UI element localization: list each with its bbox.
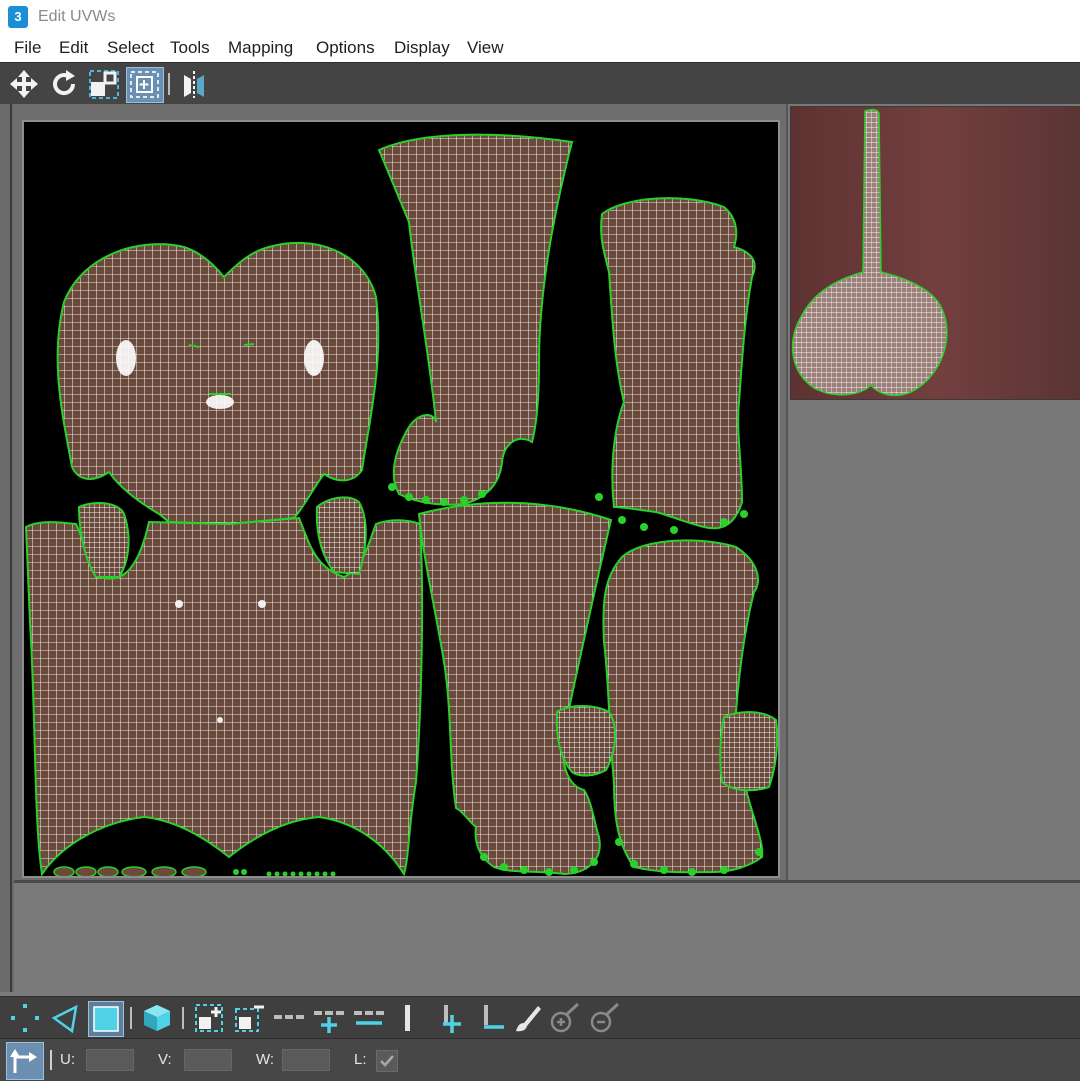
- lower-panel: [14, 880, 1080, 995]
- transform-toolbar: [0, 62, 1080, 105]
- left-edge-line: [10, 104, 12, 992]
- menu-tools[interactable]: Tools: [170, 38, 210, 58]
- bottom-separator-2: [182, 1007, 184, 1029]
- loop-grow-icon[interactable]: [434, 1001, 468, 1035]
- menu-display[interactable]: Display: [394, 38, 450, 58]
- menu-file[interactable]: File: [14, 38, 41, 58]
- freeform-icon[interactable]: [126, 67, 164, 103]
- mirror-icon[interactable]: [176, 67, 212, 101]
- u-label: U:: [60, 1051, 75, 1068]
- uv-shell-leg-upper[interactable]: [377, 133, 574, 506]
- status-bar: U: V: W: L:: [0, 1038, 1080, 1081]
- uv-shell-arm-upper[interactable]: [600, 197, 756, 530]
- edge-select-icon[interactable]: [48, 1001, 82, 1035]
- uv-shell-leg-lower[interactable]: [417, 501, 613, 876]
- v-label: V:: [158, 1051, 172, 1068]
- selection-toolbar: [0, 996, 1080, 1039]
- rotate-icon[interactable]: [46, 67, 82, 101]
- status-separator: [50, 1050, 52, 1070]
- bottom-separator-1: [130, 1007, 132, 1029]
- uv-shell-head[interactable]: [56, 241, 380, 526]
- ring-shrink-icon[interactable]: [352, 1001, 386, 1035]
- l-label: L:: [354, 1051, 367, 1068]
- uv-shell-arm-lower[interactable]: [602, 539, 764, 874]
- v-field[interactable]: [184, 1049, 232, 1071]
- window-title: Edit UVWs: [38, 8, 116, 25]
- w-field[interactable]: [282, 1049, 330, 1071]
- element-select-icon[interactable]: [140, 1001, 174, 1035]
- paint-shrink-icon[interactable]: [588, 1001, 622, 1035]
- menu-options[interactable]: Options: [316, 38, 375, 58]
- menu-select[interactable]: Select: [107, 38, 154, 58]
- uv-shell-ear-right[interactable]: [315, 496, 367, 576]
- toolbar-separator: [168, 73, 170, 95]
- menu-view[interactable]: View: [467, 38, 504, 58]
- uv-viewport[interactable]: [14, 104, 786, 880]
- grow-selection-icon[interactable]: [192, 1001, 226, 1035]
- texture-preview[interactable]: [790, 106, 1080, 400]
- paint-grow-icon[interactable]: [548, 1001, 582, 1035]
- uv-shell-hand-piece[interactable]: [719, 711, 778, 792]
- menu-edit[interactable]: Edit: [59, 38, 88, 58]
- uv-shell-foot-piece[interactable]: [555, 705, 617, 777]
- menu-mapping[interactable]: Mapping: [228, 38, 293, 58]
- face-select-icon[interactable]: [88, 1001, 124, 1037]
- vertex-select-icon[interactable]: [8, 1001, 42, 1035]
- scale-icon[interactable]: [86, 67, 122, 101]
- uv-shell-torso[interactable]: [24, 516, 424, 876]
- title-bar: 3 Edit UVWs: [0, 0, 1080, 34]
- absolute-offset-toggle-icon[interactable]: [6, 1042, 44, 1080]
- uv-canvas[interactable]: [22, 120, 780, 878]
- loop-shrink-icon[interactable]: [474, 1001, 508, 1035]
- loop-icon[interactable]: [392, 1001, 426, 1035]
- menu-bar: File Edit Select Tools Mapping Options D…: [0, 34, 1080, 62]
- ring-icon[interactable]: [272, 1001, 306, 1035]
- side-panel: [786, 104, 1080, 880]
- move-icon[interactable]: [6, 67, 42, 101]
- app-icon: 3: [8, 6, 28, 28]
- paint-select-icon[interactable]: [510, 1001, 544, 1035]
- u-field[interactable]: [86, 1049, 134, 1071]
- w-label: W:: [256, 1051, 275, 1068]
- lock-checkbox[interactable]: [376, 1050, 398, 1072]
- ring-grow-icon[interactable]: [312, 1001, 346, 1035]
- shrink-selection-icon[interactable]: [232, 1001, 266, 1035]
